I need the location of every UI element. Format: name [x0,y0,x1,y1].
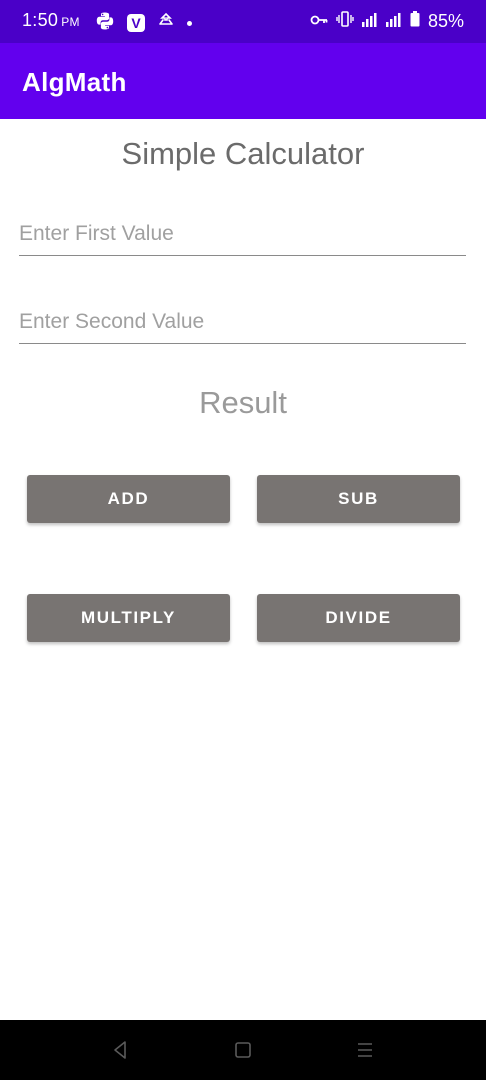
status-time-value: 1:50 [22,10,59,30]
app-bar: AlgMath [0,43,486,119]
python-icon [95,11,115,36]
battery-percent: 85% [427,11,464,31]
page-title: Simple Calculator [121,136,365,171]
notification-dot-icon [187,20,192,26]
vpn-key-icon [310,11,328,32]
status-time: 1:50 PM [22,10,80,31]
screen: 1:50 PM V 85% AlgMath Simple Calculator … [0,0,486,1080]
second-value-input[interactable] [19,301,466,344]
home-icon[interactable] [231,1038,255,1062]
status-time-ampm: PM [61,15,80,29]
add-button[interactable]: ADD [27,475,230,523]
sync-icon [157,12,175,35]
vibrate-icon [336,11,354,32]
back-icon[interactable] [108,1038,132,1062]
signal-icon [385,11,402,32]
status-bar: 1:50 PM V 85% [0,0,486,43]
v-app-icon: V [127,14,145,32]
status-system-icons: 85% [310,11,464,32]
divide-button[interactable]: DIVIDE [257,594,460,642]
recents-icon[interactable] [353,1038,377,1062]
app-title: AlgMath [22,67,127,97]
result-label: Result [199,385,287,420]
signal-icon [361,11,378,32]
sub-button[interactable]: SUB [257,475,460,523]
battery-icon [410,11,420,32]
multiply-button[interactable]: MULTIPLY [27,594,230,642]
navigation-bar [0,1020,486,1080]
status-notification-icons: V [95,11,192,36]
first-value-input[interactable] [19,213,466,256]
